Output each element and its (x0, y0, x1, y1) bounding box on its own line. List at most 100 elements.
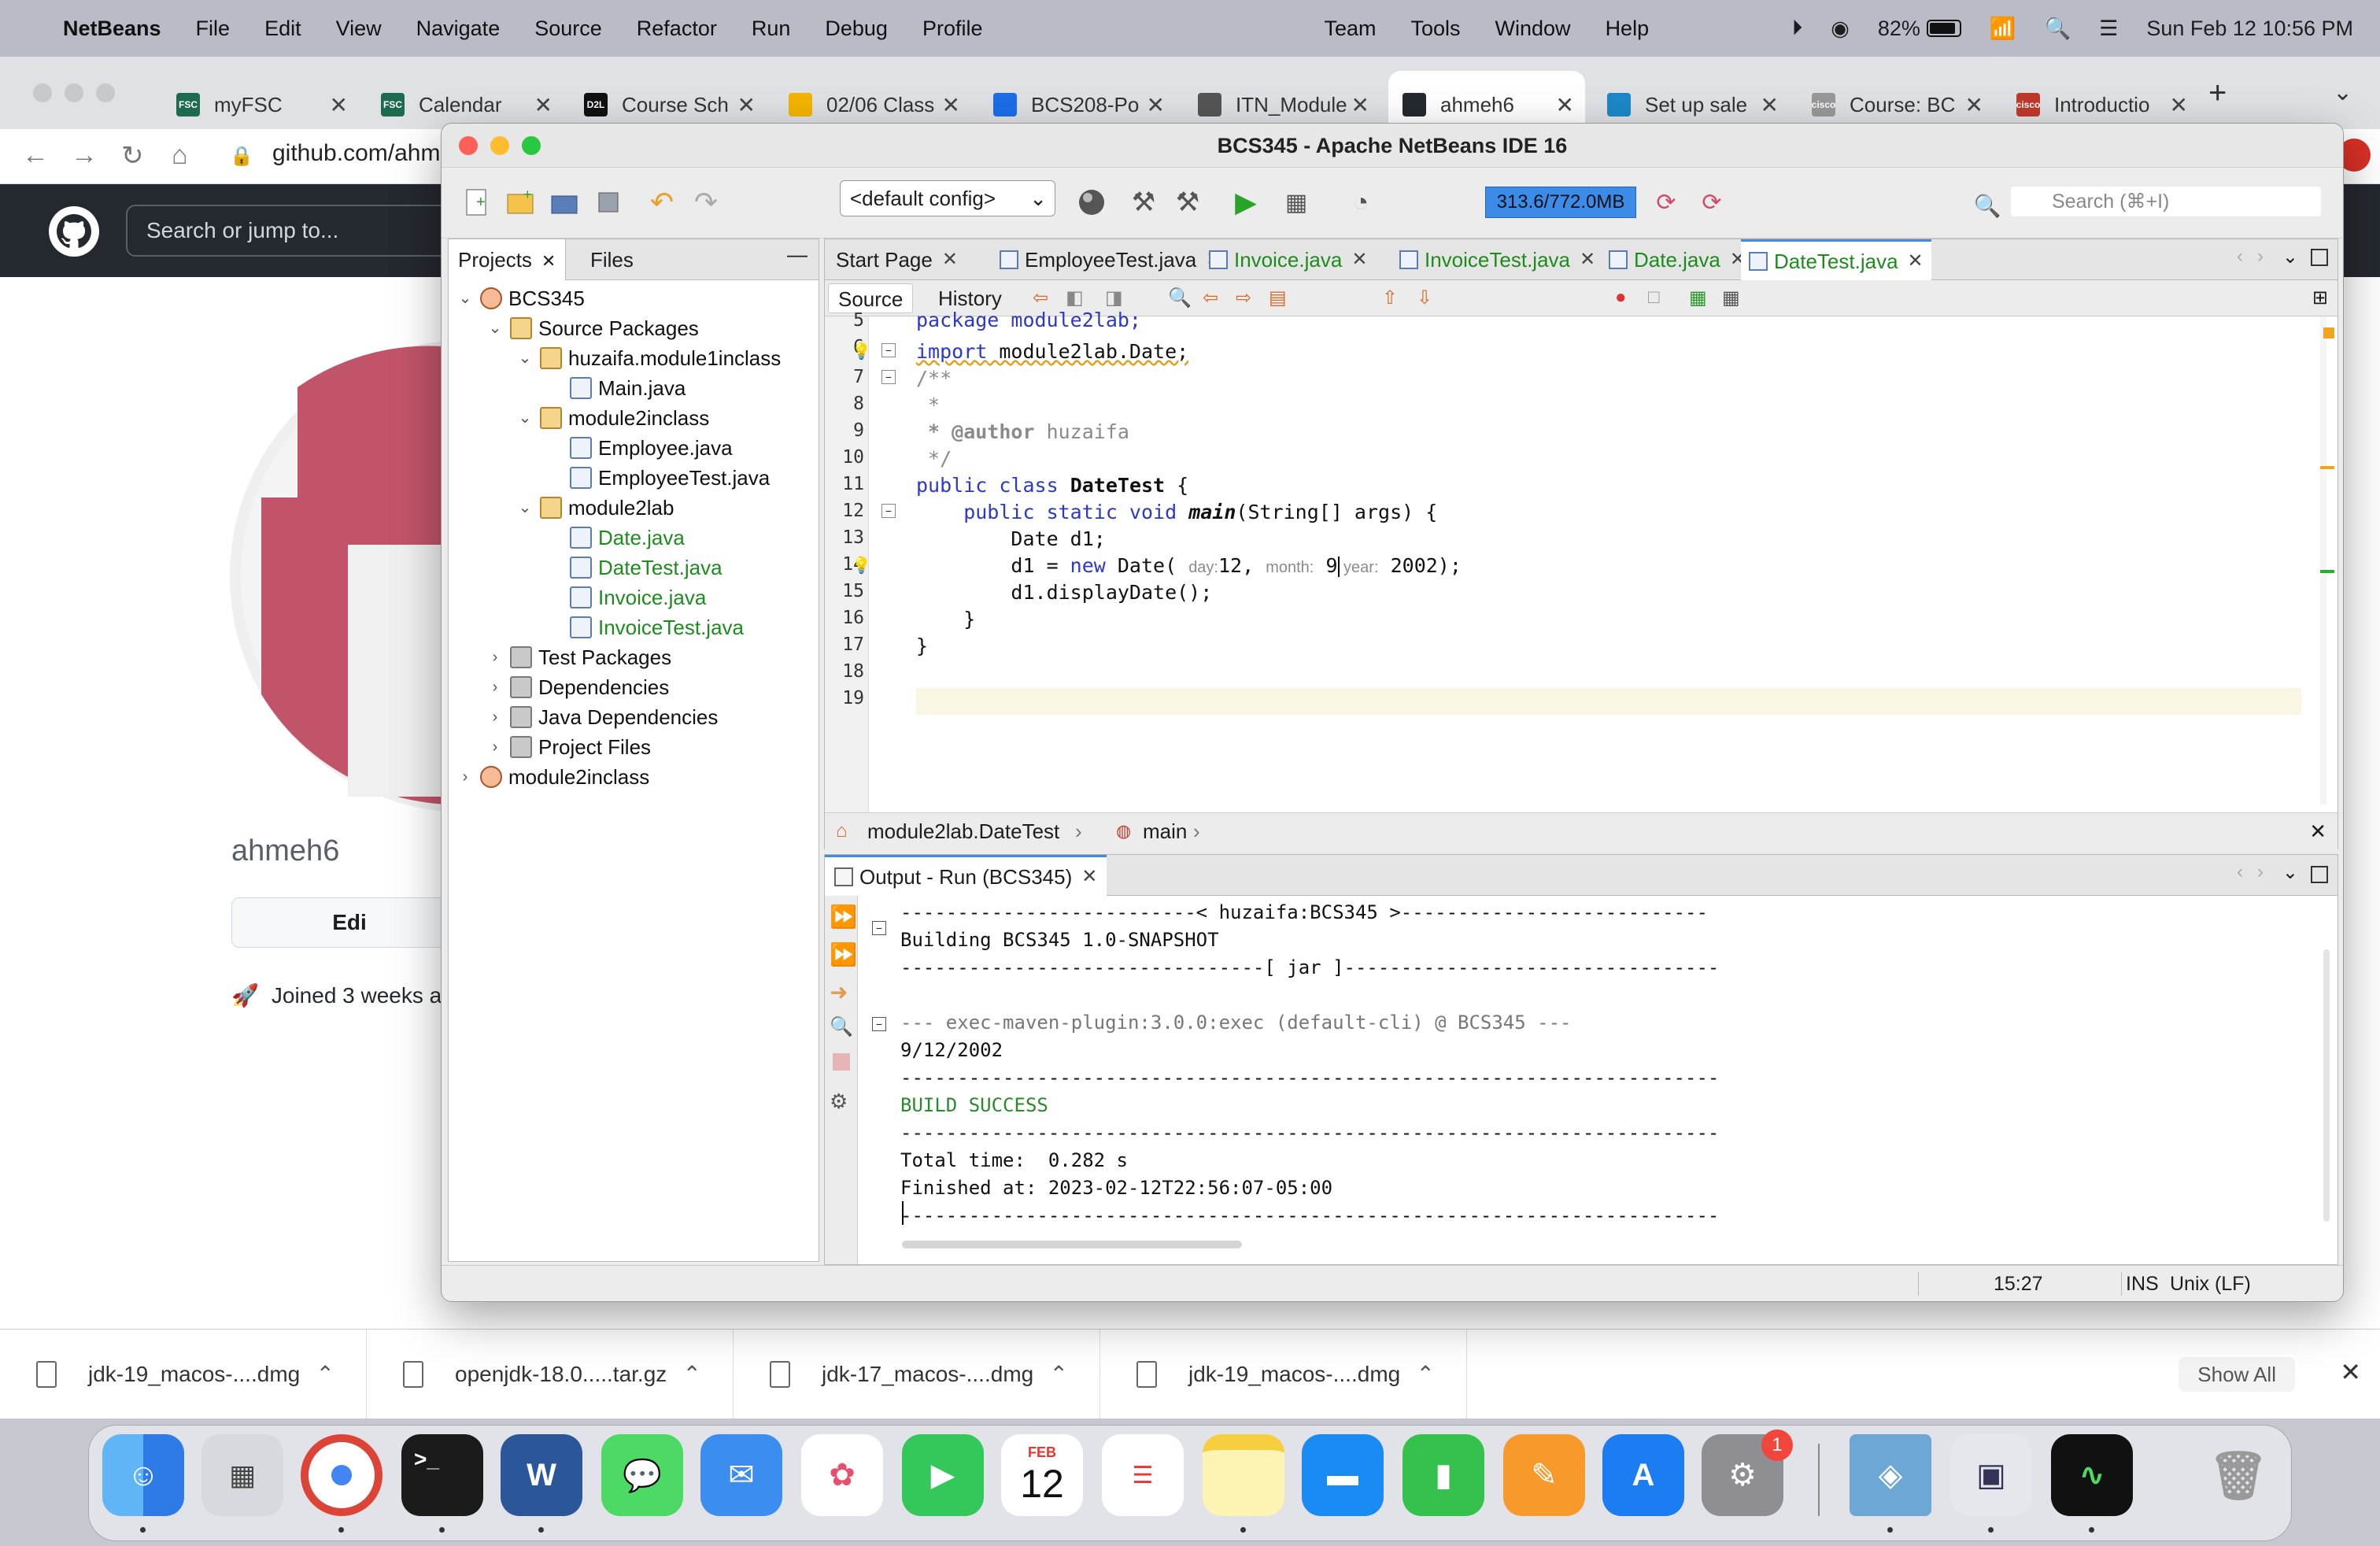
download-item[interactable]: jdk-19_macos-....dmg ⌃ (0, 1329, 367, 1419)
chevron-up-icon[interactable]: ⌃ (1050, 1361, 1068, 1387)
menu-source[interactable]: Source (517, 17, 619, 41)
close-light[interactable] (459, 136, 478, 155)
back-icon[interactable]: ← (22, 140, 49, 171)
tree-expander-icon[interactable]: › (486, 642, 504, 672)
pages-icon[interactable]: ✎ (1503, 1434, 1585, 1516)
reminders-icon[interactable]: ☰ (1102, 1434, 1184, 1516)
download-item[interactable]: jdk-17_macos-....dmg ⌃ (734, 1329, 1100, 1419)
error-stripe-mark[interactable] (2320, 466, 2334, 469)
tree-node[interactable]: › Project Files (486, 732, 651, 762)
undo-icon[interactable]: ↶ (645, 185, 679, 220)
error-stripe-warning[interactable] (2323, 327, 2334, 338)
close-tab-icon[interactable]: ✕ (1761, 92, 1779, 118)
tab-output-run[interactable]: Output - Run (BCS345) ✕ (825, 855, 1107, 896)
download-item[interactable]: jdk-19_macos-....dmg ⌃ (1100, 1329, 1467, 1419)
close-tab-icon[interactable]: ✕ (1556, 92, 1574, 118)
editor-tab[interactable]: Date.java ✕ (1601, 239, 1754, 280)
close-tab-icon[interactable]: ✕ (942, 92, 960, 118)
home-icon[interactable]: ⌂ (172, 140, 188, 171)
menu-help[interactable]: Help (1588, 17, 1667, 41)
window-zoom-light[interactable] (96, 83, 115, 102)
code-line-11[interactable]: */ (916, 446, 952, 472)
editor-tab[interactable]: Invoice.java ✕ (1201, 239, 1375, 280)
save-all-icon[interactable] (591, 185, 626, 220)
fold-icon[interactable]: − (881, 370, 896, 384)
fold-icon[interactable]: − (872, 1017, 886, 1031)
tree-expander-icon[interactable]: › (486, 672, 504, 702)
numbers-icon[interactable]: ▮ (1402, 1434, 1484, 1516)
close-icon[interactable]: ✕ (1081, 856, 1097, 897)
tree-expander-icon[interactable]: ⌄ (516, 343, 534, 373)
open-project-icon[interactable] (547, 185, 582, 220)
url-text[interactable]: github.com/ahm (272, 140, 440, 167)
close-tab-icon[interactable]: ✕ (1147, 92, 1165, 118)
tab-list-chevron-icon[interactable]: ⌄ (2282, 246, 2298, 268)
tree-expander-icon[interactable]: › (456, 762, 474, 792)
close-tab-icon[interactable]: ✕ (737, 92, 756, 118)
tab-projects[interactable]: Projects ✕ (449, 239, 567, 280)
fold-icon[interactable]: − (881, 504, 896, 518)
tree-node[interactable]: ⌄ BCS345 (456, 283, 585, 313)
clean-build-icon[interactable]: ⚒ (1170, 185, 1205, 220)
shift-right-icon[interactable]: ⇩ (1417, 287, 1432, 309)
window-close-light[interactable] (33, 83, 52, 102)
gc-icon[interactable]: ⟳ (1649, 185, 1683, 220)
tab-list-chevron-icon[interactable]: ⌄ (2282, 861, 2298, 884)
code-line-8[interactable]: /** (916, 365, 952, 392)
tree-node[interactable]: › Dependencies (486, 672, 670, 702)
tree-node[interactable]: › module2inclass (456, 762, 650, 792)
facetime-icon[interactable]: ▶ (902, 1434, 984, 1516)
menu-run[interactable]: Run (734, 17, 808, 41)
editor-tab[interactable]: DateTest.java ✕ (1741, 239, 1931, 280)
minimize-panel-icon[interactable]: — (787, 242, 808, 267)
breadcrumb-class[interactable]: module2lab.DateTest (867, 813, 1059, 849)
tree-node[interactable]: ⌄ huzaifa.module1inclass (516, 343, 782, 373)
hint-bulb-icon[interactable]: 💡 (852, 556, 871, 575)
menu-tools[interactable]: Tools (1394, 17, 1478, 41)
close-icon[interactable]: ✕ (1908, 241, 1924, 282)
close-tab-icon[interactable]: ✕ (1351, 92, 1369, 118)
maximize-output-icon[interactable] (2311, 866, 2328, 883)
app-store-icon[interactable]: A (1602, 1434, 1684, 1516)
menu-file[interactable]: File (179, 17, 248, 41)
trash-icon[interactable]: 🗑 (2197, 1434, 2279, 1516)
window-minimize-light[interactable] (65, 83, 83, 102)
close-tab-icon[interactable]: ✕ (2170, 92, 2188, 118)
build-hammer-icon[interactable]: ⚒ (1126, 185, 1161, 220)
caret-position[interactable]: 15:27 (1994, 1266, 2043, 1301)
error-stripe-mark[interactable] (2320, 570, 2334, 573)
fold-icon[interactable]: − (872, 921, 886, 935)
chevron-up-icon[interactable]: ⌃ (316, 1361, 334, 1387)
rerun-icon[interactable]: ⏩ (830, 904, 857, 930)
tree-expander-icon[interactable]: › (486, 702, 504, 732)
find-previous-icon[interactable]: ⇦ (1203, 287, 1218, 309)
new-project-icon[interactable]: + (503, 185, 538, 220)
editor-tab[interactable]: Start Page ✕ (828, 239, 966, 280)
tree-node[interactable]: ⌄ module2lab (516, 493, 674, 523)
spotlight-search-icon[interactable]: 🔍 (2044, 16, 2071, 41)
tree-node[interactable]: Date.java (546, 523, 685, 553)
finder-icon[interactable]: ☺ (102, 1434, 184, 1516)
wifi-icon[interactable]: 📶 (1990, 16, 2016, 41)
reload-icon[interactable]: ↻ (121, 140, 144, 172)
code-line-9[interactable]: * (916, 392, 940, 419)
code-line-13[interactable]: public static void main(String[] args) { (916, 499, 1437, 526)
chrome-icon[interactable] (301, 1434, 382, 1516)
maximize-editor-icon[interactable] (2311, 249, 2328, 266)
tree-expander-icon[interactable]: ⌄ (516, 493, 534, 523)
editor-scrollbar[interactable] (2320, 316, 2326, 804)
download-item[interactable]: openjdk-18.0.....tar.gz ⌃ (367, 1329, 734, 1419)
activity-monitor-icon[interactable]: ∿ (2051, 1434, 2133, 1516)
tree-node[interactable]: Employee.java (546, 433, 733, 463)
profiler-snapshot-icon[interactable]: ⟳ (1694, 185, 1729, 220)
find-output-icon[interactable]: 🔍 (830, 1015, 853, 1038)
menu-profile[interactable]: Profile (905, 17, 1000, 41)
play-status-icon[interactable]: ⏵ (1792, 16, 1803, 41)
profile-icon[interactable]: ◔ (1343, 185, 1378, 220)
find-icon[interactable]: 🔍 (1168, 287, 1192, 309)
keynote-icon[interactable]: ▬ (1302, 1434, 1384, 1516)
minimize-light[interactable] (490, 136, 509, 155)
tree-node[interactable]: InvoiceTest.java (546, 612, 744, 642)
macro-icon[interactable]: ● (1615, 287, 1627, 309)
redo-icon[interactable]: ↷ (689, 185, 723, 220)
